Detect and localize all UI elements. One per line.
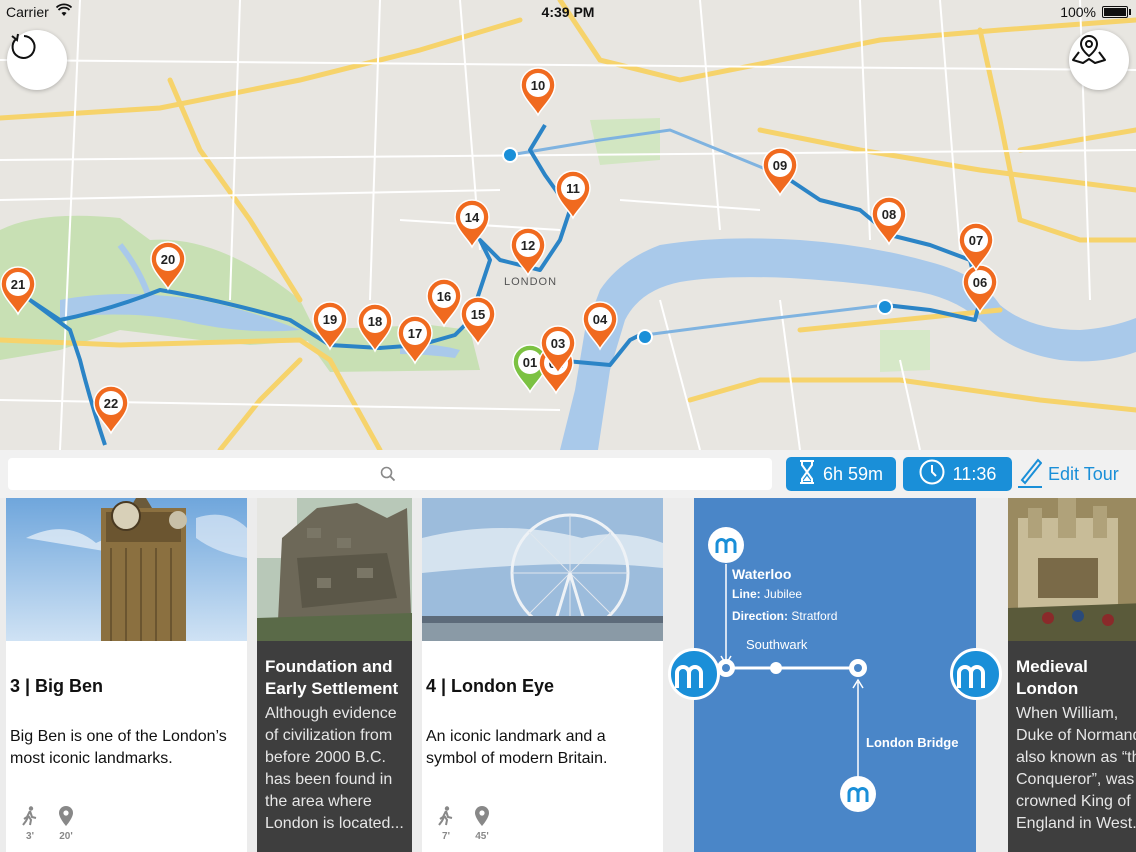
card-description: An iconic landmark and a symbol of moder… xyxy=(426,728,608,767)
location-pin-icon xyxy=(58,806,74,829)
map-stop-label: 14 xyxy=(465,210,480,225)
map-stop-label: 06 xyxy=(973,275,987,290)
start-time-button[interactable]: 11:36 xyxy=(903,457,1012,491)
map-stop-label: 04 xyxy=(593,312,608,327)
tour-toolbar: 6h 59m 11:36 Edit Tour xyxy=(0,450,1136,498)
map-stop-label: 12 xyxy=(521,238,535,253)
map-stop-label: 03 xyxy=(551,336,565,351)
map-stop-label: 18 xyxy=(368,314,382,329)
search-input[interactable] xyxy=(8,458,772,490)
map-stop-label: 11 xyxy=(566,181,580,196)
arrival-station: London Bridge xyxy=(866,735,959,750)
start-time-value: 11:36 xyxy=(952,463,997,484)
map-stop-label: 09 xyxy=(773,158,787,173)
map-stop-pin[interactable]: 16 xyxy=(426,278,462,328)
card-london-eye[interactable]: 4 | London Eye An iconic landmark and a … xyxy=(422,498,663,852)
map-stop-label: 07 xyxy=(969,233,983,248)
card-metro-transfer[interactable]: Waterloo Line: Jubilee Direction: Stratf… xyxy=(694,498,976,852)
visit-time: 45' xyxy=(474,806,490,842)
map-stop-label: 01 xyxy=(523,355,537,370)
app-screen: Carrier 4:39 PM 100% 01 03 04 06 07 08 0… xyxy=(0,0,1136,852)
metro-connector-icon xyxy=(950,648,1002,700)
map-stop-label: 17 xyxy=(408,326,422,341)
tour-map[interactable]: 0102030406070809101112141516171819202122… xyxy=(0,0,1136,450)
map-stop-label: 08 xyxy=(882,207,896,222)
card-meta: 7' 45' xyxy=(438,806,490,842)
tour-cards-strip[interactable]: 3 | Big Ben Big Ben is one of the London… xyxy=(0,498,1136,852)
medieval-painting xyxy=(1008,498,1136,641)
map-stop-label: 10 xyxy=(531,78,545,93)
intermediate-station: Southwark xyxy=(746,637,808,652)
refresh-route-button[interactable] xyxy=(7,30,67,90)
map-stop-label: 21 xyxy=(11,277,25,292)
map-area-label: LONDON xyxy=(504,276,558,288)
park-area xyxy=(880,330,930,372)
metro-direction: Direction: Stratford xyxy=(732,609,838,623)
card-title: 3 | Big Ben xyxy=(10,676,104,696)
card-title: Medieval London xyxy=(1016,657,1088,698)
metro-line: Line: Jubilee xyxy=(732,587,803,601)
departure-station: Waterloo xyxy=(732,566,792,582)
card-medieval-london[interactable]: Medieval London When William, Duke of No… xyxy=(1008,498,1136,852)
walking-icon xyxy=(438,806,454,829)
edit-tour-label: Edit Tour xyxy=(1048,463,1119,484)
card-description: Although evidence of civilization from b… xyxy=(265,705,404,832)
map-stop-pin[interactable]: 09 xyxy=(762,147,798,197)
card-title: 4 | London Eye xyxy=(426,676,555,696)
ruins-photo xyxy=(257,498,412,641)
card-meta: 3' 20' xyxy=(22,806,74,842)
card-big-ben[interactable]: 3 | Big Ben Big Ben is one of the London… xyxy=(6,498,247,852)
map-stop-pin[interactable]: 11 xyxy=(555,170,591,220)
minor-roads xyxy=(0,0,1136,450)
walk-time: 3' xyxy=(22,806,38,842)
map-stop-label: 19 xyxy=(323,312,337,327)
park-area xyxy=(590,118,660,165)
battery-percent: 100% xyxy=(1060,4,1096,20)
map-stop-pin[interactable]: 10 xyxy=(520,67,556,117)
metro-route-diagram xyxy=(708,527,876,812)
card-description: When William, Duke of Normandy, also kno… xyxy=(1016,705,1136,832)
big-ben-photo xyxy=(6,498,247,641)
map-stop-label: 22 xyxy=(104,396,118,411)
walking-icon xyxy=(22,806,38,829)
clock: 4:39 PM xyxy=(541,4,595,20)
map-stop-label: 15 xyxy=(471,307,485,322)
pencil-icon xyxy=(1018,456,1043,493)
location-pin-icon xyxy=(474,806,490,829)
map-stop-pin[interactable]: 07 xyxy=(958,222,994,272)
map-stop-pin[interactable]: 14 xyxy=(454,199,490,249)
walk-time: 7' xyxy=(438,806,454,842)
map-stop-label: 16 xyxy=(437,289,451,304)
map-canvas: 0102030406070809101112141516171819202122 xyxy=(0,0,1136,450)
metro-connector-icon xyxy=(668,648,720,700)
duration-value: 6h 59m xyxy=(822,463,884,484)
london-eye-photo xyxy=(422,498,663,641)
search-icon xyxy=(380,466,396,487)
clock-icon xyxy=(919,459,945,490)
metro-connections xyxy=(509,128,886,337)
card-title: Foundation and Early Settlement xyxy=(265,657,399,698)
map-stop-label: 20 xyxy=(161,252,175,267)
map-locations-button[interactable] xyxy=(1069,30,1129,90)
edit-tour-button[interactable]: Edit Tour xyxy=(1018,458,1119,490)
status-bar: Carrier 4:39 PM 100% xyxy=(0,0,1136,24)
visit-time: 20' xyxy=(58,806,74,842)
card-description: Big Ben is one of the London’s most icon… xyxy=(10,728,227,767)
battery-icon xyxy=(1102,6,1128,18)
card-foundation-early-settlement[interactable]: Foundation and Early Settlement Although… xyxy=(257,498,412,852)
hourglass-icon xyxy=(799,459,815,489)
tour-duration-button[interactable]: 6h 59m xyxy=(786,457,896,491)
